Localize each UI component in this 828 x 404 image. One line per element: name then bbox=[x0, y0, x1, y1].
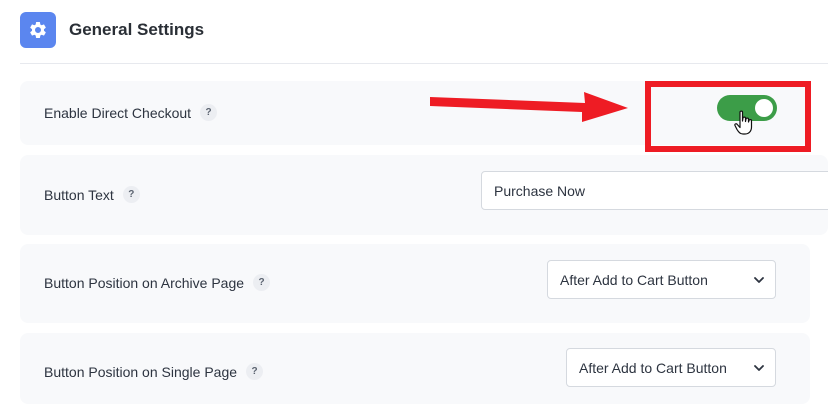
archive-position-selected: After Add to Cart Button bbox=[560, 271, 708, 288]
highlight-box bbox=[645, 81, 811, 152]
gear-icon bbox=[20, 12, 56, 48]
button-text-input[interactable] bbox=[481, 171, 828, 210]
archive-position-select[interactable]: After Add to Cart Button bbox=[547, 260, 776, 299]
red-arrow-icon bbox=[430, 92, 628, 122]
single-position-selected: After Add to Cart Button bbox=[579, 359, 727, 376]
header-divider bbox=[20, 63, 828, 64]
direct-checkout-label-text: Enable Direct Checkout bbox=[44, 104, 192, 121]
direct-checkout-label: Enable Direct Checkout ? bbox=[44, 104, 218, 121]
single-position-label: Button Position on Single Page ? bbox=[44, 363, 264, 380]
help-icon[interactable]: ? bbox=[122, 186, 140, 203]
setting-row-single-position: Button Position on Single Page ? After A… bbox=[20, 333, 810, 404]
help-icon[interactable]: ? bbox=[246, 363, 264, 380]
setting-row-archive-position: Button Position on Archive Page ? After … bbox=[20, 244, 810, 323]
help-icon[interactable]: ? bbox=[253, 274, 271, 291]
single-position-select[interactable]: After Add to Cart Button bbox=[566, 348, 776, 387]
gear-icon-svg bbox=[30, 21, 46, 38]
settings-header: General Settings bbox=[20, 12, 204, 48]
setting-row-button-text: Button Text ? bbox=[20, 155, 828, 235]
single-position-label-text: Button Position on Single Page bbox=[44, 363, 238, 380]
archive-position-label: Button Position on Archive Page ? bbox=[44, 274, 271, 291]
hand-cursor-icon bbox=[734, 110, 753, 135]
archive-position-label-text: Button Position on Archive Page bbox=[44, 274, 245, 291]
chevron-down-icon bbox=[754, 277, 764, 283]
button-text-label-text: Button Text bbox=[44, 186, 114, 203]
button-text-label: Button Text ? bbox=[44, 186, 140, 203]
chevron-down-icon bbox=[754, 365, 764, 371]
page-title: General Settings bbox=[69, 20, 205, 39]
help-icon[interactable]: ? bbox=[200, 104, 218, 121]
